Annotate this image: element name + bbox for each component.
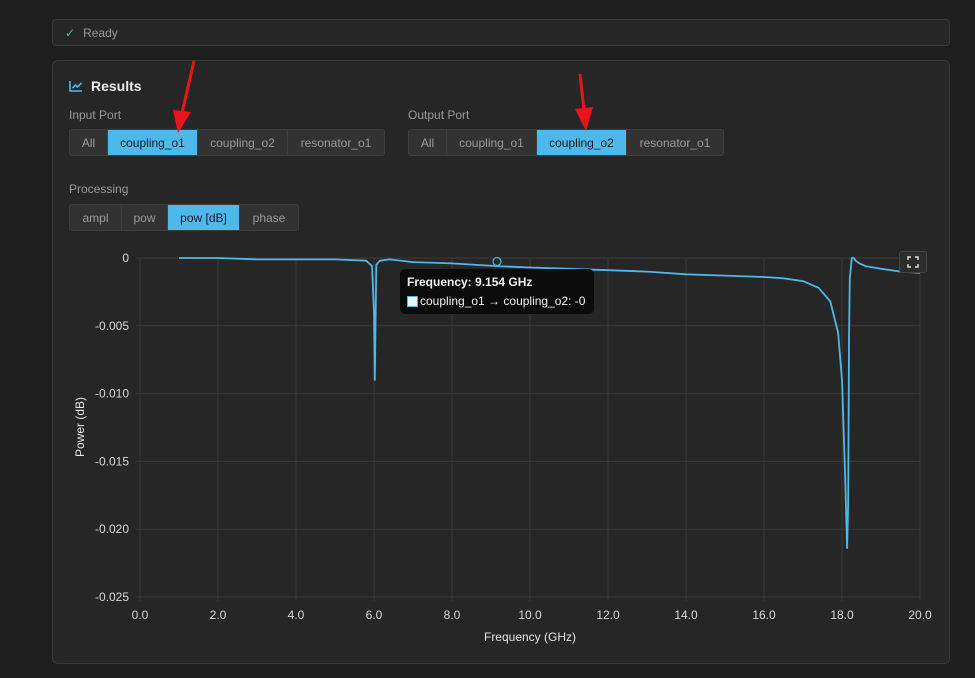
x-tick-label: 10.0	[518, 608, 542, 622]
power-chart[interactable]: 0.0 2.0 4.0 6.0 8.0 10.0 12.0 14.0 16.0 18.0 20.0 …	[0, 0, 975, 678]
x-axis-label: Frequency (GHz)	[484, 630, 576, 644]
fullscreen-button[interactable]	[899, 251, 927, 273]
tooltip-series-value: coupling_o1 → coupling_o2: -0	[420, 294, 586, 308]
y-tick-label: -0.010	[95, 387, 129, 401]
y-tick-label: -0.005	[95, 319, 129, 333]
hover-point	[492, 256, 502, 267]
y-tick-label: 0	[122, 251, 129, 265]
series-color-swatch	[407, 295, 418, 307]
x-tick-label: 14.0	[674, 608, 698, 622]
x-tick-label: 16.0	[752, 608, 776, 622]
x-tick-label: 8.0	[444, 608, 461, 622]
x-tick-label: 20.0	[908, 608, 932, 622]
x-tick-label: 2.0	[210, 608, 227, 622]
y-tick-label: -0.015	[95, 454, 129, 468]
x-tick-label: 4.0	[288, 608, 305, 622]
y-tick-label: -0.025	[95, 590, 129, 604]
y-tick-label: -0.020	[95, 522, 129, 536]
x-tick-labels: 0.0 2.0 4.0 6.0 8.0 10.0 12.0 14.0 16.0 18.0 20.0	[132, 608, 932, 622]
y-axis-label: Power (dB)	[73, 397, 87, 457]
x-tick-label: 0.0	[132, 608, 149, 622]
tooltip-title: Frequency: 9.154 GHz	[407, 275, 533, 289]
x-tick-label: 12.0	[596, 608, 620, 622]
expand-icon	[907, 256, 919, 268]
chart-tooltip: Frequency: 9.154 GHz coupling_o1 → coupl…	[400, 269, 594, 314]
x-tick-label: 18.0	[830, 608, 854, 622]
x-tick-label: 6.0	[366, 608, 383, 622]
y-tick-labels: 0 -0.005 -0.010 -0.015 -0.020 -0.025	[95, 251, 129, 604]
